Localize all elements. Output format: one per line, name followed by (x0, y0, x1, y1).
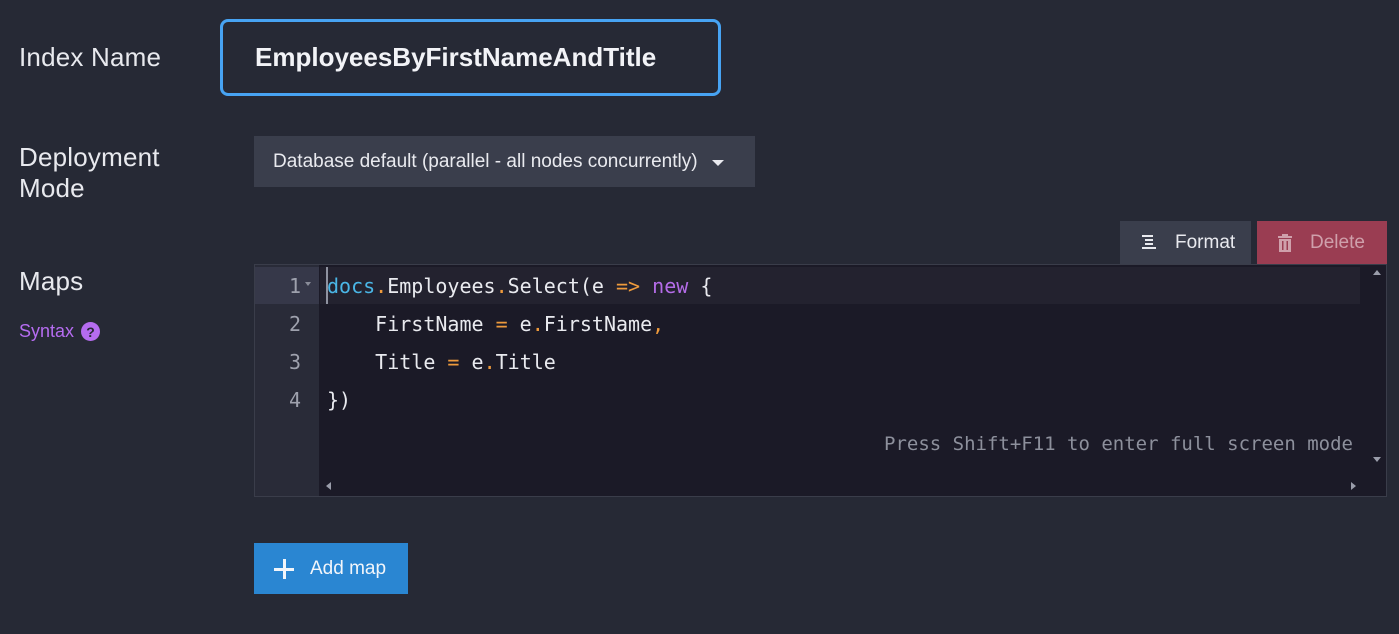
code-token: => (616, 274, 641, 298)
map-code-editor[interactable]: 1 2 3 4 docs.Employees.Select(e => new {… (254, 264, 1387, 497)
trash-icon (1276, 233, 1294, 253)
code-token: . (531, 312, 544, 336)
deployment-mode-value: Database default (parallel - all nodes c… (273, 150, 698, 172)
editor-gutter: 1 2 3 4 (255, 265, 319, 496)
index-name-label: Index Name (19, 42, 162, 72)
line-number: 2 (288, 312, 301, 336)
code-token: = (447, 350, 460, 374)
code-token: Title (327, 350, 448, 374)
code-token: new (652, 274, 689, 298)
code-token: { (688, 274, 713, 298)
code-token: docs (327, 274, 376, 298)
format-button[interactable]: Format (1120, 221, 1251, 264)
line-number: 3 (288, 350, 301, 374)
maps-label: Maps (19, 266, 84, 296)
add-map-button[interactable]: Add map (254, 543, 408, 594)
code-token: e (459, 350, 484, 374)
code-line: }) (327, 381, 351, 419)
question-circle-icon: ? (81, 322, 101, 341)
delete-button[interactable]: Delete (1257, 221, 1387, 264)
code-line: Title = e.Title (327, 343, 556, 381)
code-token: Employees (387, 274, 496, 298)
scroll-left-arrow-icon[interactable] (326, 482, 331, 490)
fold-arrow-icon[interactable] (305, 282, 311, 286)
scroll-up-arrow-icon[interactable] (1373, 270, 1381, 275)
delete-button-label: Delete (1310, 231, 1365, 253)
plus-icon (274, 558, 294, 579)
add-map-button-label: Add map (310, 557, 387, 579)
deployment-mode-label-line1: Deployment (19, 142, 160, 172)
caret-down-icon (711, 159, 724, 166)
code-token: . (483, 350, 496, 374)
code-token: . (495, 274, 508, 298)
format-align-icon (1141, 233, 1159, 253)
code-line: FirstName = e.FirstName, (327, 305, 664, 343)
code-token: FirstName (543, 312, 653, 336)
code-token: Title (495, 350, 556, 374)
deployment-mode-dropdown[interactable]: Database default (parallel - all nodes c… (254, 136, 755, 187)
scroll-down-arrow-icon[interactable] (1373, 457, 1381, 462)
code-token: }) (327, 388, 352, 412)
fullscreen-hint: Press Shift+F11 to enter full screen mod… (884, 433, 1353, 455)
code-token: FirstName (327, 312, 496, 336)
code-token: = (495, 312, 508, 336)
index-editor-page: Index Name Deployment Mode Database defa… (0, 0, 1399, 634)
syntax-link-label: Syntax (19, 321, 75, 341)
index-name-input[interactable] (220, 19, 721, 96)
line-number: 4 (288, 388, 301, 412)
line-number: 1 (288, 274, 301, 298)
deployment-mode-label: Deployment Mode (19, 142, 160, 204)
deployment-mode-label-line2: Mode (19, 173, 85, 203)
code-token: , (652, 312, 665, 336)
scroll-right-arrow-icon[interactable] (1351, 482, 1356, 490)
syntax-link[interactable]: Syntax ? (19, 321, 101, 342)
code-token: e (507, 312, 532, 336)
code-token: Select(e (507, 274, 617, 298)
format-button-label: Format (1175, 231, 1236, 253)
code-token: . (375, 274, 388, 298)
code-line: docs.Employees.Select(e => new { (327, 267, 712, 305)
